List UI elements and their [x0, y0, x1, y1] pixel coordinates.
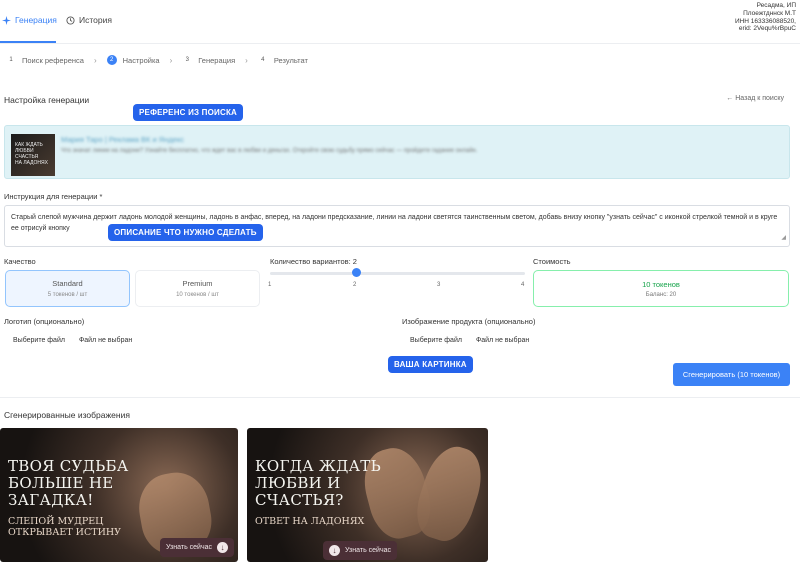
instruction-label: Инструкция для генерации * — [4, 192, 103, 201]
quality-premium-option[interactable]: Premium 10 токенов / шт — [135, 270, 260, 307]
slider-tick: 2 — [353, 282, 357, 288]
active-tab-indicator — [0, 41, 56, 43]
tab-generation[interactable]: Генерация — [2, 15, 57, 25]
generated-image-1[interactable]: ТВОЯ СУДЬБА БОЛЬШЕ НЕ ЗАГАДКА! СЛЕПОЙ МУ… — [0, 428, 238, 562]
chevron-right-icon: › — [93, 55, 97, 65]
step-result[interactable]: 4 Результат — [258, 55, 308, 65]
step-label: Генерация — [198, 55, 236, 65]
headline-line: СЧАСТЬЯ? — [255, 491, 344, 509]
logo-file-status: Файл не выбран — [78, 337, 133, 344]
account-line: ИНН 163336088520, — [734, 17, 796, 25]
cost-card: 10 токенов Баланс: 20 — [533, 270, 789, 307]
cost-value: 10 токенов — [642, 280, 680, 289]
cta-button[interactable]: Узнать сейчас ↓ — [160, 538, 235, 557]
top-bar: Генерация История Ресадма, ИП Плоежтдннс… — [0, 0, 800, 44]
reference-card: КАК ЖДАТЬ ЛЮБВИ СЧАСТЬЯ НА ЛАДОНЯХ Мария… — [4, 125, 790, 179]
variants-slider-track[interactable] — [270, 272, 525, 275]
subtitle-line: ОТВЕТ НА ЛАДОНЯХ — [255, 516, 365, 527]
logo-choose-file-button[interactable]: Выберите файл — [13, 337, 65, 344]
logo-file-input[interactable]: Выберите файл Файл не выбран — [13, 333, 132, 348]
step-label: Настройка — [122, 55, 160, 65]
headline-line: ТВОЯ СУДЬБА — [8, 457, 129, 475]
reference-thumbnail: КАК ЖДАТЬ ЛЮБВИ СЧАСТЬЯ НА ЛАДОНЯХ — [11, 134, 55, 176]
instruction-callout: ОПИСАНИЕ ЧТО НУЖНО СДЕЛАТЬ — [108, 224, 263, 241]
picture-callout: ВАША КАРТИНКА — [388, 356, 473, 373]
sparkle-icon — [2, 15, 11, 25]
chevron-right-icon: › — [169, 55, 173, 65]
step-number: 3 — [185, 57, 189, 63]
cta-label: Узнать сейчас — [166, 544, 213, 551]
generated-headline: КОГДА ЖДАТЬ ЛЮБВИ И СЧАСТЬЯ? — [255, 458, 381, 509]
product-choose-file-button[interactable]: Выберите файл — [410, 337, 462, 344]
step-number: 1 — [9, 57, 13, 63]
balance-value: Баланс: 20 — [645, 292, 677, 298]
slider-tick: 4 — [521, 282, 525, 288]
arrow-down-icon: ↓ — [217, 542, 229, 553]
slider-tick: 1 — [268, 282, 272, 288]
step-reference-search[interactable]: 1 Поиск референса — [6, 55, 84, 65]
subtitle-line: СЛЕПОЙ МУДРЕЦ — [8, 516, 104, 527]
chevron-right-icon: › — [245, 55, 248, 65]
step-generation[interactable]: 3 Генерация — [182, 55, 236, 65]
step-number: 4 — [261, 57, 265, 63]
generated-title: Сгенерированные изображения — [4, 410, 130, 420]
product-file-status: Файл не выбран — [475, 337, 530, 344]
step-label: Результат — [273, 55, 308, 65]
step-settings[interactable]: 2 Настройка — [106, 55, 160, 65]
arrow-down-icon: ↓ — [329, 545, 340, 556]
quality-name: Premium — [182, 279, 213, 288]
headline-line: КОГДА ЖДАТЬ — [255, 457, 381, 475]
product-image-label: Изображение продукта (опционально) — [402, 317, 536, 326]
variants-label: Количество вариантов: 2 — [270, 257, 357, 266]
generated-subtitle: СЛЕПОЙ МУДРЕЦ ОТКРЫВАЕТ ИСТИНУ — [8, 516, 121, 538]
step-number: 2 — [106, 55, 117, 65]
quality-price: 5 токенов / шт — [47, 292, 88, 298]
account-line: erid: 2Vequ%rBpuC — [738, 25, 796, 33]
account-line: Плоежтдннск М.Т — [743, 9, 796, 17]
tab-label: История — [79, 15, 112, 25]
generated-subtitle: ОТВЕТ НА ЛАДОНЯХ — [255, 516, 364, 527]
thumb-text: НА ЛАДОНЯХ — [15, 160, 48, 166]
step-label: Поиск референса — [22, 55, 84, 65]
headline-line: ЗАГАДКА! — [8, 491, 94, 509]
reference-title: Мария Таро | Реклама ВК и Яндекс — [61, 135, 184, 144]
quality-label: Качество — [4, 257, 36, 266]
settings-title: Настройка генерации — [4, 95, 90, 105]
logo-label: Логотип (опционально) — [4, 317, 85, 326]
quality-standard-option[interactable]: Standard 5 токенов / шт — [5, 270, 130, 307]
generate-button[interactable]: Сгенерировать (10 токенов) — [673, 363, 790, 386]
cta-button[interactable]: ↓ Узнать сейчас — [323, 541, 398, 560]
section-divider — [0, 397, 800, 398]
stepper: 1 Поиск референса › 2 Настройка › 3 Гене… — [0, 50, 800, 70]
generated-image-2[interactable]: КОГДА ЖДАТЬ ЛЮБВИ И СЧАСТЬЯ? ОТВЕТ НА ЛА… — [247, 428, 488, 562]
quality-name: Standard — [52, 279, 83, 288]
reference-description: Что значат линии на ладони? Узнайте бесп… — [61, 148, 478, 154]
headline-line: БОЛЬШЕ НЕ — [8, 474, 114, 492]
quality-price: 10 токенов / шт — [176, 292, 219, 298]
cta-label: Узнать сейчас — [345, 547, 392, 554]
account-line: Ресадма, ИП — [756, 2, 796, 9]
slider-tick: 3 — [437, 282, 441, 288]
back-to-search-link[interactable]: ← Назад к поиску — [726, 95, 784, 102]
generated-headline: ТВОЯ СУДЬБА БОЛЬШЕ НЕ ЗАГАДКА! — [8, 458, 129, 509]
subtitle-line: ОТКРЫВАЕТ ИСТИНУ — [8, 527, 122, 538]
tab-label: Генерация — [15, 15, 57, 25]
product-file-input[interactable]: Выберите файл Файл не выбран — [410, 333, 529, 348]
reference-callout: РЕФЕРЕНС ИЗ ПОИСКА — [133, 104, 244, 121]
account-info: Ресадма, ИП Плоежтдннск М.Т ИНН 16333608… — [735, 2, 796, 33]
variants-slider-handle[interactable] — [352, 268, 361, 277]
headline-line: ЛЮБВИ И — [255, 474, 341, 492]
tab-history[interactable]: История — [66, 15, 112, 25]
cost-label: Стоимость — [533, 257, 571, 266]
resize-handle-icon[interactable]: ◢ — [781, 233, 786, 244]
clock-icon — [66, 15, 75, 25]
